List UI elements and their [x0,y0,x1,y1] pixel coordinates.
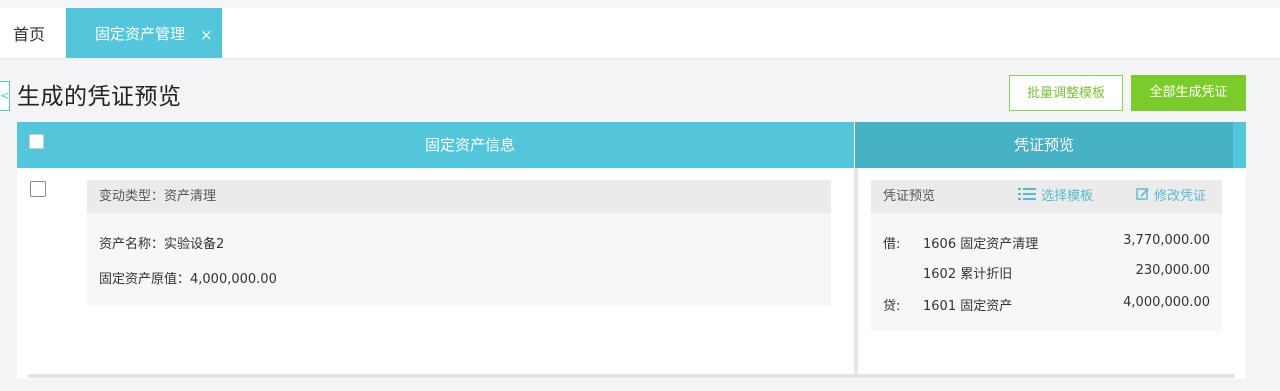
tab-fixed-asset-management[interactable]: 固定资产管理 × [66,8,222,58]
debit-credit-label: 借: [883,237,901,252]
right-gutter [1262,68,1280,391]
amount: 230,000.00 [1135,263,1210,278]
top-strip [0,0,1280,8]
account-name: 1606 固定资产清理 [923,237,1039,252]
asset-info-header-label: 固定资产信息 [424,136,515,154]
select-template-label: 选择模板 [1041,189,1094,204]
select-template-link[interactable]: 选择模板 [1018,180,1093,213]
asset-info-header: 固定资产信息 [17,122,854,168]
amount: 3,770,000.00 [1123,233,1210,248]
close-icon[interactable]: × [200,9,213,61]
row-checkbox[interactable] [30,181,46,197]
debit-credit-label: 贷: [883,299,901,314]
amount: 4,000,000.00 [1123,295,1210,310]
voucher-entries: 借: 1606 固定资产清理 3,770,000.00 1602 累计折旧 23… [871,213,1222,331]
back-arrow-icon[interactable]: < [0,81,10,111]
asset-details [87,213,831,306]
edit-voucher-link[interactable]: 修改凭证 [1136,180,1206,213]
column-divider [854,168,858,375]
edit-icon [1136,188,1149,200]
voucher-entry: 贷: 1601 固定资产 4,000,000.00 [871,295,1222,315]
page-title: 生成的凭证预览 [17,84,182,110]
asset-original-value: 固定资产原值：4,000,000.00 [99,272,277,287]
list-icon [1018,188,1036,200]
voucher-preview-bar: 凭证预览 选择模板 修改凭证 [871,180,1222,213]
voucher-entry: 1602 累计折旧 230,000.00 [871,263,1222,283]
voucher-preview-title: 凭证预览 [883,189,936,204]
header-edge [1233,122,1246,168]
change-type-text: 变动类型：资产清理 [99,189,217,204]
batch-adjust-template-button[interactable]: 批量调整模板 [1009,75,1123,111]
generate-all-vouchers-button[interactable]: 全部生成凭证 [1131,75,1246,111]
account-name: 1602 累计折旧 [923,267,1013,282]
change-type-bar: 变动类型：资产清理 [87,180,831,213]
tab-home[interactable]: 首页 [13,8,45,58]
asset-name: 资产名称：实验设备2 [99,237,225,252]
account-name: 1601 固定资产 [923,299,1013,314]
voucher-preview-header: 凭证预览 [855,122,1233,168]
horizontal-scrollbar[interactable] [28,374,1235,378]
tab-label: 固定资产管理 [95,25,186,43]
edit-voucher-label: 修改凭证 [1154,189,1207,204]
voucher-entry: 借: 1606 固定资产清理 3,770,000.00 [871,233,1222,253]
